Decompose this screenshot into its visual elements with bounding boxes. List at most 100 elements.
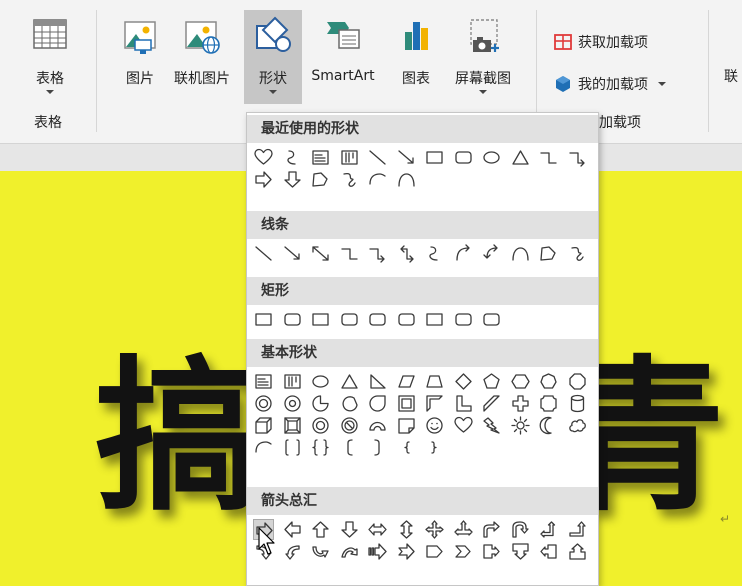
- screenshot-button[interactable]: 屏幕截图: [448, 10, 518, 104]
- donut-shape-icon[interactable]: [310, 415, 331, 436]
- larrow-shape-icon[interactable]: [282, 519, 303, 540]
- roundrect-shape-icon[interactable]: [481, 309, 502, 330]
- vtextbox-shape-icon[interactable]: [339, 147, 360, 168]
- my-addins-button[interactable]: 我的加载项: [553, 70, 666, 98]
- shapes-button[interactable]: 形状: [244, 10, 302, 104]
- squiggle-shape-icon[interactable]: [424, 243, 445, 264]
- textbox-shape-icon[interactable]: [253, 371, 274, 392]
- arc-shape-icon[interactable]: [510, 243, 531, 264]
- pentagon2-shape-icon[interactable]: [481, 371, 502, 392]
- oval-shape-icon[interactable]: [481, 147, 502, 168]
- rbracket-shape-icon[interactable]: [367, 437, 388, 458]
- rect-shape-icon[interactable]: [310, 309, 331, 330]
- diamond-shape-icon[interactable]: [453, 371, 474, 392]
- chevron-down-icon[interactable]: [658, 82, 666, 86]
- oval-shape-icon[interactable]: [310, 371, 331, 392]
- rect-shape-icon[interactable]: [424, 309, 445, 330]
- curvedl-shape-icon[interactable]: [282, 541, 303, 562]
- arc-shape-icon[interactable]: [396, 169, 417, 190]
- arrowline-shape-icon[interactable]: [282, 243, 303, 264]
- arc2-shape-icon[interactable]: [367, 169, 388, 190]
- vtextbox-shape-icon[interactable]: [282, 371, 303, 392]
- dblbracket-shape-icon[interactable]: [282, 437, 303, 458]
- line-shape-icon[interactable]: [367, 147, 388, 168]
- dblarrow-shape-icon[interactable]: [310, 243, 331, 264]
- teardrop-shape-icon[interactable]: [367, 393, 388, 414]
- rect-shape-icon[interactable]: [424, 147, 445, 168]
- roundrect-shape-icon[interactable]: [339, 309, 360, 330]
- smiley-shape-icon[interactable]: [424, 415, 445, 436]
- lrarrow-shape-icon[interactable]: [367, 519, 388, 540]
- dcallout-shape-icon[interactable]: [510, 541, 531, 562]
- roundrect-shape-icon[interactable]: [396, 309, 417, 330]
- cube-shape-icon[interactable]: [253, 415, 274, 436]
- blockarc-shape-icon[interactable]: [367, 415, 388, 436]
- rarrow-shape-icon[interactable]: [253, 169, 274, 190]
- dodec-shape-icon[interactable]: [282, 393, 303, 414]
- cross-shape-icon[interactable]: [510, 393, 531, 414]
- curvedu-shape-icon[interactable]: [310, 541, 331, 562]
- roundrect-shape-icon[interactable]: [453, 147, 474, 168]
- dblbrace-shape-icon[interactable]: [310, 437, 331, 458]
- darrow-shape-icon[interactable]: [339, 519, 360, 540]
- rtri-shape-icon[interactable]: [367, 371, 388, 392]
- curvedd-shape-icon[interactable]: [339, 541, 360, 562]
- hexagon-shape-icon[interactable]: [510, 371, 531, 392]
- elbowarrow-shape-icon[interactable]: [567, 147, 588, 168]
- notched-shape-icon[interactable]: [396, 541, 417, 562]
- heart-shape-icon[interactable]: [453, 415, 474, 436]
- frame-shape-icon[interactable]: [396, 393, 417, 414]
- curvearrow-shape-icon[interactable]: [453, 243, 474, 264]
- foldcorner-shape-icon[interactable]: [396, 415, 417, 436]
- lcallout-shape-icon[interactable]: [538, 541, 559, 562]
- truncated-ribbon-label[interactable]: 联: [724, 66, 738, 86]
- lbracket-shape-icon[interactable]: [339, 437, 360, 458]
- rcallout-shape-icon[interactable]: [481, 541, 502, 562]
- heptagon-shape-icon[interactable]: [538, 371, 559, 392]
- freeform-shape-icon[interactable]: [310, 169, 331, 190]
- curvedbl-shape-icon[interactable]: [481, 243, 502, 264]
- trap-shape-icon[interactable]: [424, 371, 445, 392]
- halfframe-shape-icon[interactable]: [424, 393, 445, 414]
- striped-shape-icon[interactable]: [367, 541, 388, 562]
- bentup-shape-icon[interactable]: [567, 519, 588, 540]
- pie-shape-icon[interactable]: [310, 393, 331, 414]
- lightning-shape-icon[interactable]: [481, 415, 502, 436]
- scribble-shape-icon[interactable]: [567, 243, 588, 264]
- arc2-shape-icon[interactable]: [253, 437, 274, 458]
- quadarrow-shape-icon[interactable]: [424, 519, 445, 540]
- tri-shape-icon[interactable]: [339, 371, 360, 392]
- udarrow-shape-icon[interactable]: [396, 519, 417, 540]
- chord-shape-icon[interactable]: [339, 393, 360, 414]
- darrow-shape-icon[interactable]: [282, 169, 303, 190]
- nosym-shape-icon[interactable]: [339, 415, 360, 436]
- bentarrow-shape-icon[interactable]: [481, 519, 502, 540]
- lshape-shape-icon[interactable]: [453, 393, 474, 414]
- arrowline-shape-icon[interactable]: [396, 147, 417, 168]
- can-shape-icon[interactable]: [567, 393, 588, 414]
- octagon-shape-icon[interactable]: [567, 371, 588, 392]
- get-addins-button[interactable]: 获取加载项: [553, 28, 648, 56]
- smartart-button[interactable]: SmartArt: [304, 10, 382, 104]
- roundrect-shape-icon[interactable]: [282, 309, 303, 330]
- pentagon-shape-icon[interactable]: [424, 541, 445, 562]
- freeform-shape-icon[interactable]: [538, 243, 559, 264]
- roundrect-shape-icon[interactable]: [453, 309, 474, 330]
- sun-shape-icon[interactable]: [510, 415, 531, 436]
- elbow-shape-icon[interactable]: [339, 243, 360, 264]
- lbrace-shape-icon[interactable]: [396, 437, 417, 458]
- triarrow-shape-icon[interactable]: [453, 519, 474, 540]
- textbox-shape-icon[interactable]: [310, 147, 331, 168]
- ucallout-shape-icon[interactable]: [567, 541, 588, 562]
- squiggle-shape-icon[interactable]: [282, 147, 303, 168]
- elbowdbl-shape-icon[interactable]: [396, 243, 417, 264]
- tri-shape-icon[interactable]: [510, 147, 531, 168]
- slide-text-left[interactable]: 搞: [95, 355, 260, 520]
- luarrow-shape-icon[interactable]: [538, 519, 559, 540]
- scribble-shape-icon[interactable]: [339, 169, 360, 190]
- bevel-shape-icon[interactable]: [282, 415, 303, 436]
- para-shape-icon[interactable]: [396, 371, 417, 392]
- plaque-shape-icon[interactable]: [538, 393, 559, 414]
- elbowarrow-shape-icon[interactable]: [367, 243, 388, 264]
- online-picture-button[interactable]: 联机图片: [172, 10, 232, 104]
